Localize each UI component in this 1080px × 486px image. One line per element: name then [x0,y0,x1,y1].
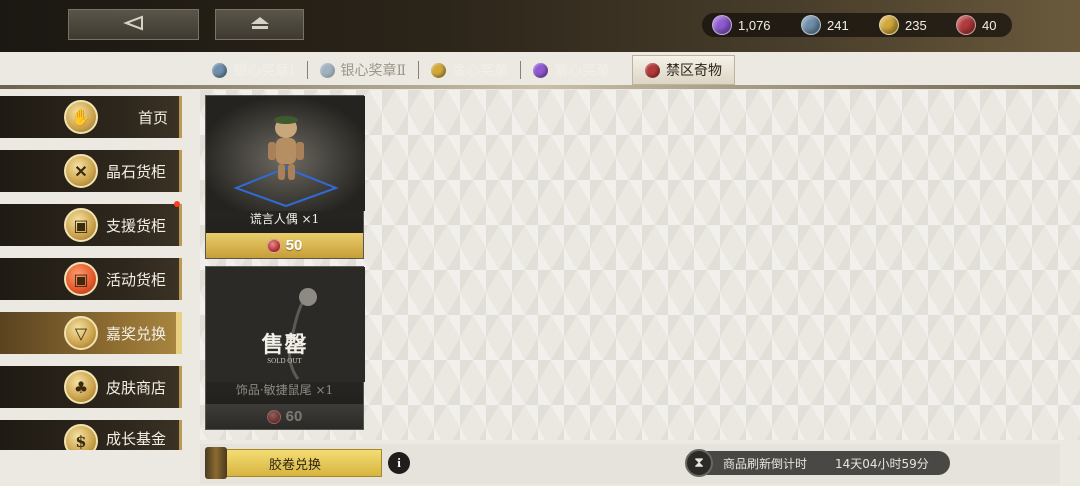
product-image [206,96,365,211]
forbidden-coin-icon [645,62,661,78]
tab-label: 禁区奇物 [666,63,723,79]
sidebar-nav: ✋ 首页 ✕ 晶石货柜 ▣ 支援货柜 ▣ 活动货柜 ▽ 嘉奖兑换 ♣ 皮肤商店 … [0,90,190,450]
silver-heart-icon [212,62,227,78]
home-button[interactable] [215,9,304,40]
tab-label: 银心奖章Ⅰ [233,63,295,79]
tab-forbidden-relics[interactable]: 禁区奇物 [632,55,736,85]
countdown-value: 14天04小时59分 [835,456,929,471]
sidebar-item-label: 晶石货柜 [106,162,167,181]
hand-icon: ✋ [64,100,98,134]
tab-label: 银心奖章Ⅱ [340,63,407,79]
tab-label: 金心奖章 [452,63,509,79]
currency-purple-crystal[interactable]: 1,076 [712,14,771,36]
product-price: 50 [206,233,363,258]
coat-icon: ♣ [64,370,98,404]
tab-purple-medal[interactable]: 紫心奖章 [521,55,622,85]
sidebar-item-label: 成长基金 [106,430,167,448]
tab-label: 紫心奖章 [554,63,611,79]
product-card[interactable]: 谎言人偶 ×1 50 [205,95,365,259]
sidebar-item-label: 支援货柜 [106,216,167,235]
sidebar-item-skin-shop[interactable]: ♣ 皮肤商店 [0,366,182,408]
tab-silver-medal-2[interactable]: 银心奖章Ⅱ [308,55,419,85]
sold-out-stamp: 售罄 SOLD OUT [206,327,363,365]
currency-forbidden-coin[interactable]: 40 [956,14,996,36]
sidebar-item-label: 活动货柜 [106,270,167,289]
film-exchange-button[interactable]: 胶卷兑换 [205,447,382,479]
sidebar-item-label: 皮肤商店 [106,378,167,397]
product-name: 饰品·敏捷鼠尾 ×1 [235,383,334,397]
money-bag-icon: $ [64,424,98,450]
sidebar-item-growth-fund[interactable]: $ 成长基金 [0,420,182,450]
top-bar: 1,076 241 235 40 [0,0,1080,52]
sidebar-item-crystal-shop[interactable]: ✕ 晶石货柜 [0,150,182,192]
tab-underline [0,85,1080,89]
product-card-sold-out[interactable]: 售罄 SOLD OUT 饰品·敏捷鼠尾 ×1 60 [205,266,365,430]
back-arrow-icon [122,15,146,35]
info-button[interactable]: i [388,452,410,474]
currency-value: 40 [982,17,997,33]
currency-silver-heart[interactable]: 241 [801,14,849,36]
price-value: 50 [285,237,303,254]
gold-heart-icon [879,15,899,35]
sold-out-text: 售罄 [261,332,308,358]
notification-dot [174,201,180,207]
price-value: 60 [285,408,303,425]
silver-heart-icon [319,62,335,78]
sidebar-item-support-shop[interactable]: ▣ 支援货柜 [0,201,182,246]
home-icon [249,15,271,35]
crossed-swords-icon: ✕ [64,154,98,188]
event-chest-icon: ▣ [64,262,98,296]
silver-heart-icon [801,15,821,35]
purple-crystal-icon [712,15,732,35]
sidebar-item-reward-exchange[interactable]: ▽ 嘉奖兑换 [0,312,182,354]
sold-out-subtext: SOLD OUT [267,357,302,365]
refresh-countdown: ⧗ 商品刷新倒计时 14天04小时59分 [685,449,950,477]
tab-silver-medal-1[interactable]: 银心奖章Ⅰ [200,55,307,85]
exchange-label: 胶卷兑换 [268,457,321,473]
currency-value: 235 [905,17,927,33]
shop-grid: 谎言人偶 ×1 50 售罄 SOLD OUT 饰品·敏捷鼠尾 ×1 60 [200,90,1080,440]
forbidden-coin-icon [266,409,281,424]
forbidden-coin-icon [266,238,281,253]
forbidden-coin-icon [956,15,976,35]
product-price: 60 [206,404,363,429]
sidebar-item-event-shop[interactable]: ▣ 活动货柜 [0,258,182,300]
sidebar-item-label: 嘉奖兑换 [106,324,167,343]
hourglass-icon: ⧗ [685,449,713,477]
sidebar-item-home[interactable]: ✋ 首页 [0,96,182,138]
currency-value: 241 [827,17,849,33]
currency-value: 1,076 [738,17,771,33]
medal-tabs: 银心奖章Ⅰ 银心奖章Ⅱ 金心奖章 紫心奖章 禁区奇物 [200,55,736,85]
gold-heart-icon [431,62,447,78]
film-roll-icon [205,447,227,479]
bottom-bar: 胶卷兑换 i ⧗ 商品刷新倒计时 14天04小时59分 [200,444,1060,484]
purple-crystal-icon [533,62,549,78]
currency-gold-heart[interactable]: 235 [879,14,927,36]
medal-icon: ▽ [64,316,98,350]
product-name: 谎言人偶 ×1 [249,212,320,226]
info-icon: i [397,455,401,470]
countdown-label: 商品刷新倒计时 [723,456,808,471]
sidebar-item-label: 首页 [138,108,169,127]
tab-gold-medal[interactable]: 金心奖章 [419,55,520,85]
back-button[interactable] [68,9,199,40]
chest-icon: ▣ [64,208,98,242]
